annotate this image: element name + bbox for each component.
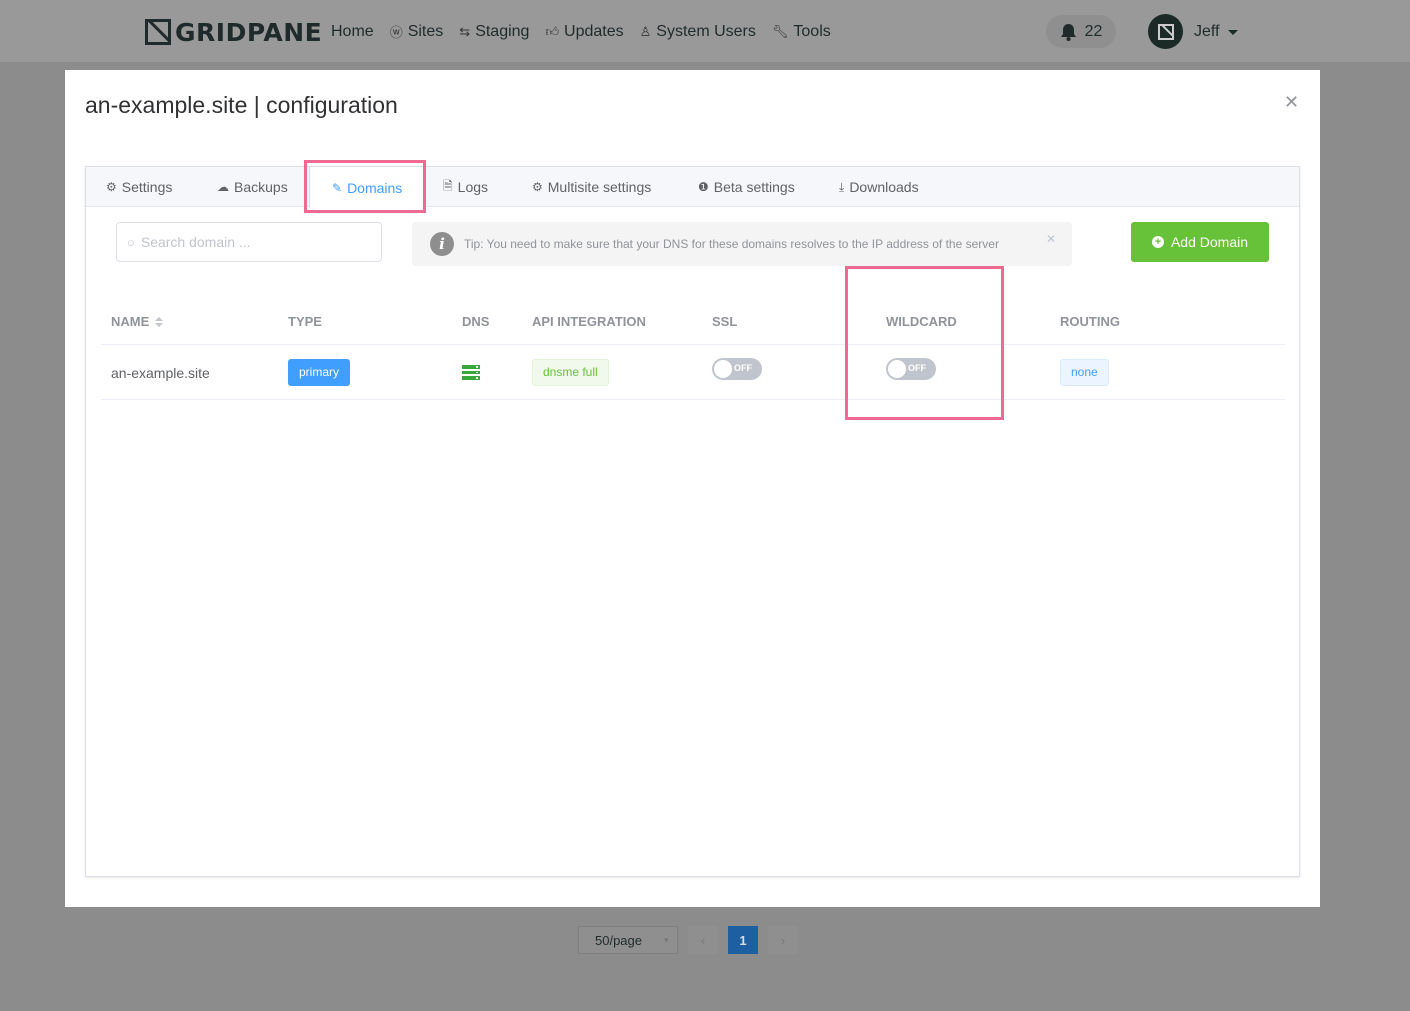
wildcard-toggle[interactable]: OFF xyxy=(886,357,936,380)
add-domain-label: Add Domain xyxy=(1170,234,1249,250)
column-header-dns: DNS xyxy=(462,314,490,329)
wordpress-icon: ⓦ xyxy=(389,25,403,40)
nav-home[interactable]: Home xyxy=(331,22,374,41)
plus-circle-icon: + xyxy=(1151,236,1164,248)
ssl-toggle[interactable]: OFF xyxy=(712,357,762,380)
top-navbar: GRIDPANE Home ⓦ Sites ⇆ Staging 👍︎ Updat… xyxy=(0,0,1410,62)
nav-updates-label: Updates xyxy=(564,22,624,40)
tab-multisite-settings[interactable]: ⚙ Multisite settings xyxy=(532,167,651,207)
nav-home-label: Home xyxy=(331,22,374,40)
gridpane-logo-icon xyxy=(145,19,171,45)
table-row: an-example.site primary dnsme full OFF O… xyxy=(101,345,1285,400)
column-header-type: TYPE xyxy=(288,314,322,329)
nav-updates[interactable]: 👍︎ Updates xyxy=(545,22,623,41)
toggle-knob xyxy=(888,359,906,378)
document-icon: 🗎︎ xyxy=(443,178,453,193)
gridpane-logo[interactable]: GRIDPANE xyxy=(145,17,322,47)
search-box: ○ xyxy=(116,222,382,262)
tab-domains-label: Domains xyxy=(347,179,403,196)
info-circle-icon: ❶ xyxy=(698,180,709,194)
avatar-logo-icon xyxy=(1157,23,1174,40)
tab-backups-label: Backups xyxy=(234,179,288,195)
tab-domains[interactable]: ✎ Domains xyxy=(309,167,426,208)
sort-icon[interactable] xyxy=(155,316,164,327)
caret-down-icon xyxy=(1227,29,1238,35)
close-icon[interactable]: ✕ xyxy=(1046,232,1056,246)
domain-name: an-example.site xyxy=(111,364,210,381)
api-integration-tag: dnsme full xyxy=(532,359,609,386)
ssl-toggle-label: OFF xyxy=(734,362,752,373)
wildcard-toggle-label: OFF xyxy=(908,362,926,373)
column-name-label: NAME xyxy=(111,314,150,329)
logo-text: GRIDPANE xyxy=(175,17,323,47)
notifications-button[interactable]: 22 xyxy=(1046,15,1116,48)
download-icon: ⤓ xyxy=(839,179,845,194)
nav-system-users[interactable]: ♙ System Users xyxy=(640,22,756,41)
search-input[interactable] xyxy=(140,234,361,250)
page-size-select[interactable]: 50/page ▾ xyxy=(578,926,678,954)
avatar[interactable] xyxy=(1148,14,1183,49)
nav-system-users-label: System Users xyxy=(656,22,756,40)
column-header-name[interactable]: NAME xyxy=(111,314,164,329)
tab-bar: ⚙ Settings ☁ Backups ✎ Domains 🗎︎ Logs ⚙… xyxy=(86,167,1299,208)
configuration-modal: an-example.site | configuration ✕ ⚙ Sett… xyxy=(65,70,1320,907)
user-name: Jeff xyxy=(1194,23,1220,40)
tab-beta-settings[interactable]: ❶ Beta settings xyxy=(698,167,795,207)
tab-backups[interactable]: ☁ Backups xyxy=(217,167,288,207)
modal-title: an-example.site | configuration xyxy=(85,92,398,118)
column-header-api-integration: API INTEGRATION xyxy=(532,314,646,329)
tab-multisite-label: Multisite settings xyxy=(547,179,652,195)
toggle-knob xyxy=(714,359,732,378)
dns-tip-alert: i Tip: You need to make sure that your D… xyxy=(412,222,1072,266)
tab-logs[interactable]: 🗎︎ Logs xyxy=(443,167,488,207)
page-number-1[interactable]: 1 xyxy=(728,926,758,954)
thumbs-up-icon: 👍︎ xyxy=(545,23,560,39)
dns-server-icon[interactable] xyxy=(462,365,480,380)
edit-icon: ✎ xyxy=(332,180,343,195)
nav-staging-label: Staging xyxy=(475,22,530,40)
page-size-value: 50/page xyxy=(595,932,642,948)
info-icon: i xyxy=(430,232,454,256)
nav-sites[interactable]: ⓦ Sites xyxy=(390,22,444,41)
column-header-wildcard: WILDCARD xyxy=(886,314,957,329)
gear-icon: ⚙ xyxy=(106,180,117,194)
nav-tools[interactable]: 🔧︎ Tools xyxy=(772,22,831,41)
chevron-down-icon: ▾ xyxy=(664,934,669,945)
search-icon: ○ xyxy=(127,234,135,250)
cloud-upload-icon: ☁ xyxy=(217,180,229,194)
notification-count: 22 xyxy=(1084,22,1103,40)
type-tag: primary xyxy=(288,359,351,386)
prev-page-button[interactable]: ‹ xyxy=(688,926,718,954)
nav-staging[interactable]: ⇆ Staging xyxy=(459,22,529,41)
tab-downloads[interactable]: ⤓ Downloads xyxy=(839,167,919,207)
routing-tag: none xyxy=(1060,359,1109,386)
tab-logs-label: Logs xyxy=(457,179,489,195)
nav-sites-label: Sites xyxy=(407,22,444,40)
tab-downloads-label: Downloads xyxy=(849,179,919,195)
chevron-left-icon: ‹ xyxy=(700,932,706,948)
chevron-right-icon: › xyxy=(780,932,786,948)
pagination: 50/page ▾ ‹ 1 › xyxy=(578,926,798,954)
retweet-icon: ⇆ xyxy=(459,23,471,39)
column-header-routing: ROUTING xyxy=(1060,314,1120,329)
wrench-icon: 🔧︎ xyxy=(771,23,789,39)
close-icon[interactable]: ✕ xyxy=(1284,92,1299,113)
user-secret-icon: ♙ xyxy=(639,23,652,39)
tip-text: Tip: You need to make sure that your DNS… xyxy=(464,237,999,251)
tab-settings[interactable]: ⚙ Settings xyxy=(106,167,172,207)
column-header-ssl: SSL xyxy=(712,314,738,329)
main-nav: Home ⓦ Sites ⇆ Staging 👍︎ Updates ♙ Syst… xyxy=(331,22,831,41)
user-menu[interactable]: Jeff xyxy=(1194,23,1238,41)
add-domain-button[interactable]: + Add Domain xyxy=(1131,222,1269,262)
gear-icon: ⚙ xyxy=(532,180,543,194)
nav-tools-label: Tools xyxy=(793,22,831,40)
tabs-card: ⚙ Settings ☁ Backups ✎ Domains 🗎︎ Logs ⚙… xyxy=(85,166,1300,877)
bell-icon xyxy=(1060,23,1076,41)
table-header: NAME TYPE DNS API INTEGRATION SSL WILDCA… xyxy=(101,293,1285,345)
tab-settings-label: Settings xyxy=(121,179,173,195)
domains-table: NAME TYPE DNS API INTEGRATION SSL WILDCA… xyxy=(101,293,1285,400)
tab-beta-label: Beta settings xyxy=(713,179,795,195)
next-page-button[interactable]: › xyxy=(768,926,798,954)
